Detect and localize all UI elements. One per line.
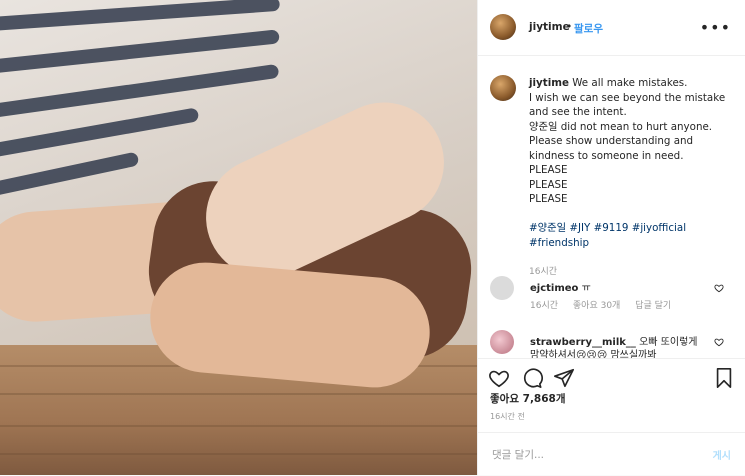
caption-line: I wish we can see beyond the mistake	[529, 91, 726, 104]
sweater-stripe	[0, 0, 281, 34]
sweater-stripe	[0, 107, 200, 163]
caption-line: We all make mistakes.	[572, 77, 688, 89]
heart-icon[interactable]	[488, 367, 510, 389]
caption: jiytime We all make mistakes. I wish we …	[529, 76, 729, 279]
hashtags[interactable]: #friendship	[529, 236, 729, 251]
paper-plane-icon[interactable]	[553, 367, 575, 389]
caption-username[interactable]: jiytime	[529, 77, 569, 89]
comment-text: ㅠ	[581, 283, 591, 294]
caption-line: PLEASE	[529, 178, 568, 191]
reply-button[interactable]: 답글 달기	[635, 301, 671, 311]
caption-line: PLEASE	[529, 164, 568, 176]
sweater-stripe	[0, 151, 140, 203]
post-comment-button[interactable]: 게시	[713, 447, 731, 462]
comment-likes[interactable]: 좋아요 30개	[573, 301, 620, 311]
instagram-post: jiytime • 팔로우 ••• jiytime We all make mi…	[0, 0, 745, 475]
author-username[interactable]: jiytime	[529, 21, 570, 33]
posted-time[interactable]: 16시간 전	[490, 411, 525, 422]
comment-avatar[interactable]	[490, 330, 514, 354]
comment-bubble-icon[interactable]	[521, 367, 543, 389]
sweater-stripe	[0, 63, 280, 123]
comment-text: 맘약하셔서😢😢😢 맘쓰실까봐	[530, 350, 657, 358]
caption-avatar[interactable]	[490, 75, 516, 101]
caption-line: Please show understanding and	[529, 135, 694, 147]
comment-item: ejctimeo ㅠ 16시간 좋아요 30개 답글 달기	[490, 276, 730, 316]
header-separator: •	[566, 21, 573, 33]
author-avatar[interactable]	[490, 14, 516, 40]
caption-line: PLEASE	[529, 193, 568, 205]
bookmark-icon[interactable]	[713, 367, 735, 389]
default-avatar-icon[interactable]	[490, 276, 514, 300]
comment-heart-icon[interactable]	[714, 337, 724, 347]
comment-username[interactable]: ejctimeo	[530, 283, 578, 294]
like-count[interactable]: 좋아요 7,868개	[490, 391, 566, 406]
follow-button[interactable]: 팔로우	[574, 21, 603, 36]
caption-line: kindness to someone in need.	[529, 149, 684, 162]
action-bar	[478, 358, 745, 419]
comment-heart-icon[interactable]	[714, 283, 724, 293]
caption-line: and see the intent.	[529, 106, 627, 118]
comment-time[interactable]: 16시간	[530, 301, 558, 311]
add-comment-bar: 게시	[478, 432, 745, 476]
hashtags[interactable]: #양준일 #JIY #9119 #jiyofficial	[529, 221, 729, 236]
comment-input[interactable]	[490, 445, 694, 465]
post-header: jiytime • 팔로우 •••	[478, 0, 745, 56]
more-options-icon[interactable]: •••	[700, 18, 731, 37]
caption-line: 양준일 did not mean to hurt anyone.	[529, 120, 713, 133]
post-side-panel: jiytime • 팔로우 ••• jiytime We all make mi…	[478, 0, 745, 475]
post-photo[interactable]	[0, 0, 477, 475]
comment-item: strawberry__milk__ 오빠 또이렇게 맘약하셔서😢😢😢 맘쓰실까…	[490, 330, 730, 358]
